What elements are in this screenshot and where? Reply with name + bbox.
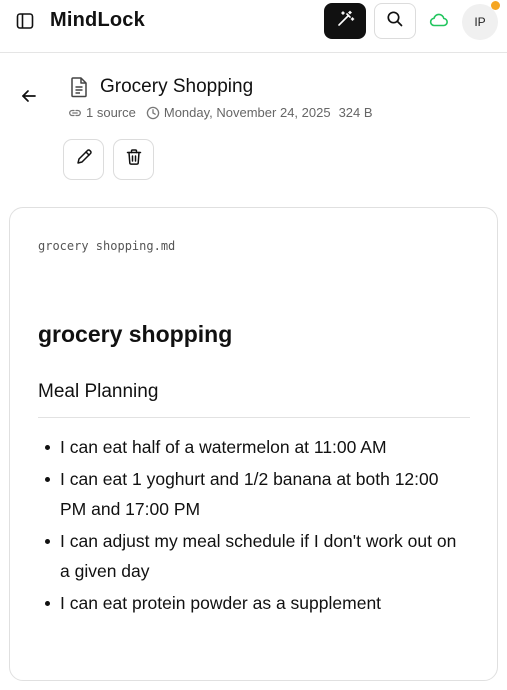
- list-item: I can adjust my meal schedule if I don't…: [38, 526, 468, 586]
- content-heading: grocery shopping: [38, 321, 233, 347]
- notification-dot: [491, 1, 500, 10]
- magic-wand-icon: [335, 9, 355, 34]
- file-name: grocery shopping.md: [38, 239, 176, 253]
- section-heading: Meal Planning: [38, 381, 159, 402]
- delete-button[interactable]: [113, 139, 154, 180]
- clock-icon: [146, 106, 160, 120]
- cloud-sync-icon[interactable]: [429, 12, 449, 28]
- document-icon: [69, 76, 89, 98]
- source-count[interactable]: 1 source: [86, 105, 136, 120]
- sidebar-toggle-icon[interactable]: [15, 11, 35, 31]
- note-title: Grocery Shopping: [100, 76, 254, 97]
- note-date: Monday, November 24, 2025: [163, 105, 331, 120]
- list-item: I can eat 1 yoghurt and 1/2 banana at bo…: [38, 464, 468, 524]
- list-item: I can eat half of a watermelon at 11:00 …: [38, 432, 468, 462]
- back-arrow-icon[interactable]: [19, 86, 39, 106]
- list-item: I can eat protein powder as a supplement: [38, 588, 468, 618]
- note-size: 324 B: [338, 105, 373, 120]
- search-icon: [386, 10, 404, 33]
- note-content-card: grocery shopping.md grocery shopping Mea…: [9, 207, 498, 681]
- edit-button[interactable]: [63, 139, 104, 180]
- top-bar: MindLock IP: [0, 0, 507, 53]
- note-meta: 1 source Monday, November 24, 2025 324 B: [68, 105, 373, 120]
- pencil-icon: [75, 148, 93, 171]
- app-title: MindLock: [50, 9, 145, 31]
- trash-icon: [125, 148, 143, 171]
- avatar-initials: IP: [474, 15, 486, 29]
- search-button[interactable]: [374, 3, 416, 39]
- magic-wand-button[interactable]: [324, 3, 366, 39]
- section-divider: [38, 417, 470, 418]
- link-icon: [68, 106, 82, 120]
- bullet-list: I can eat half of a watermelon at 11:00 …: [38, 432, 468, 620]
